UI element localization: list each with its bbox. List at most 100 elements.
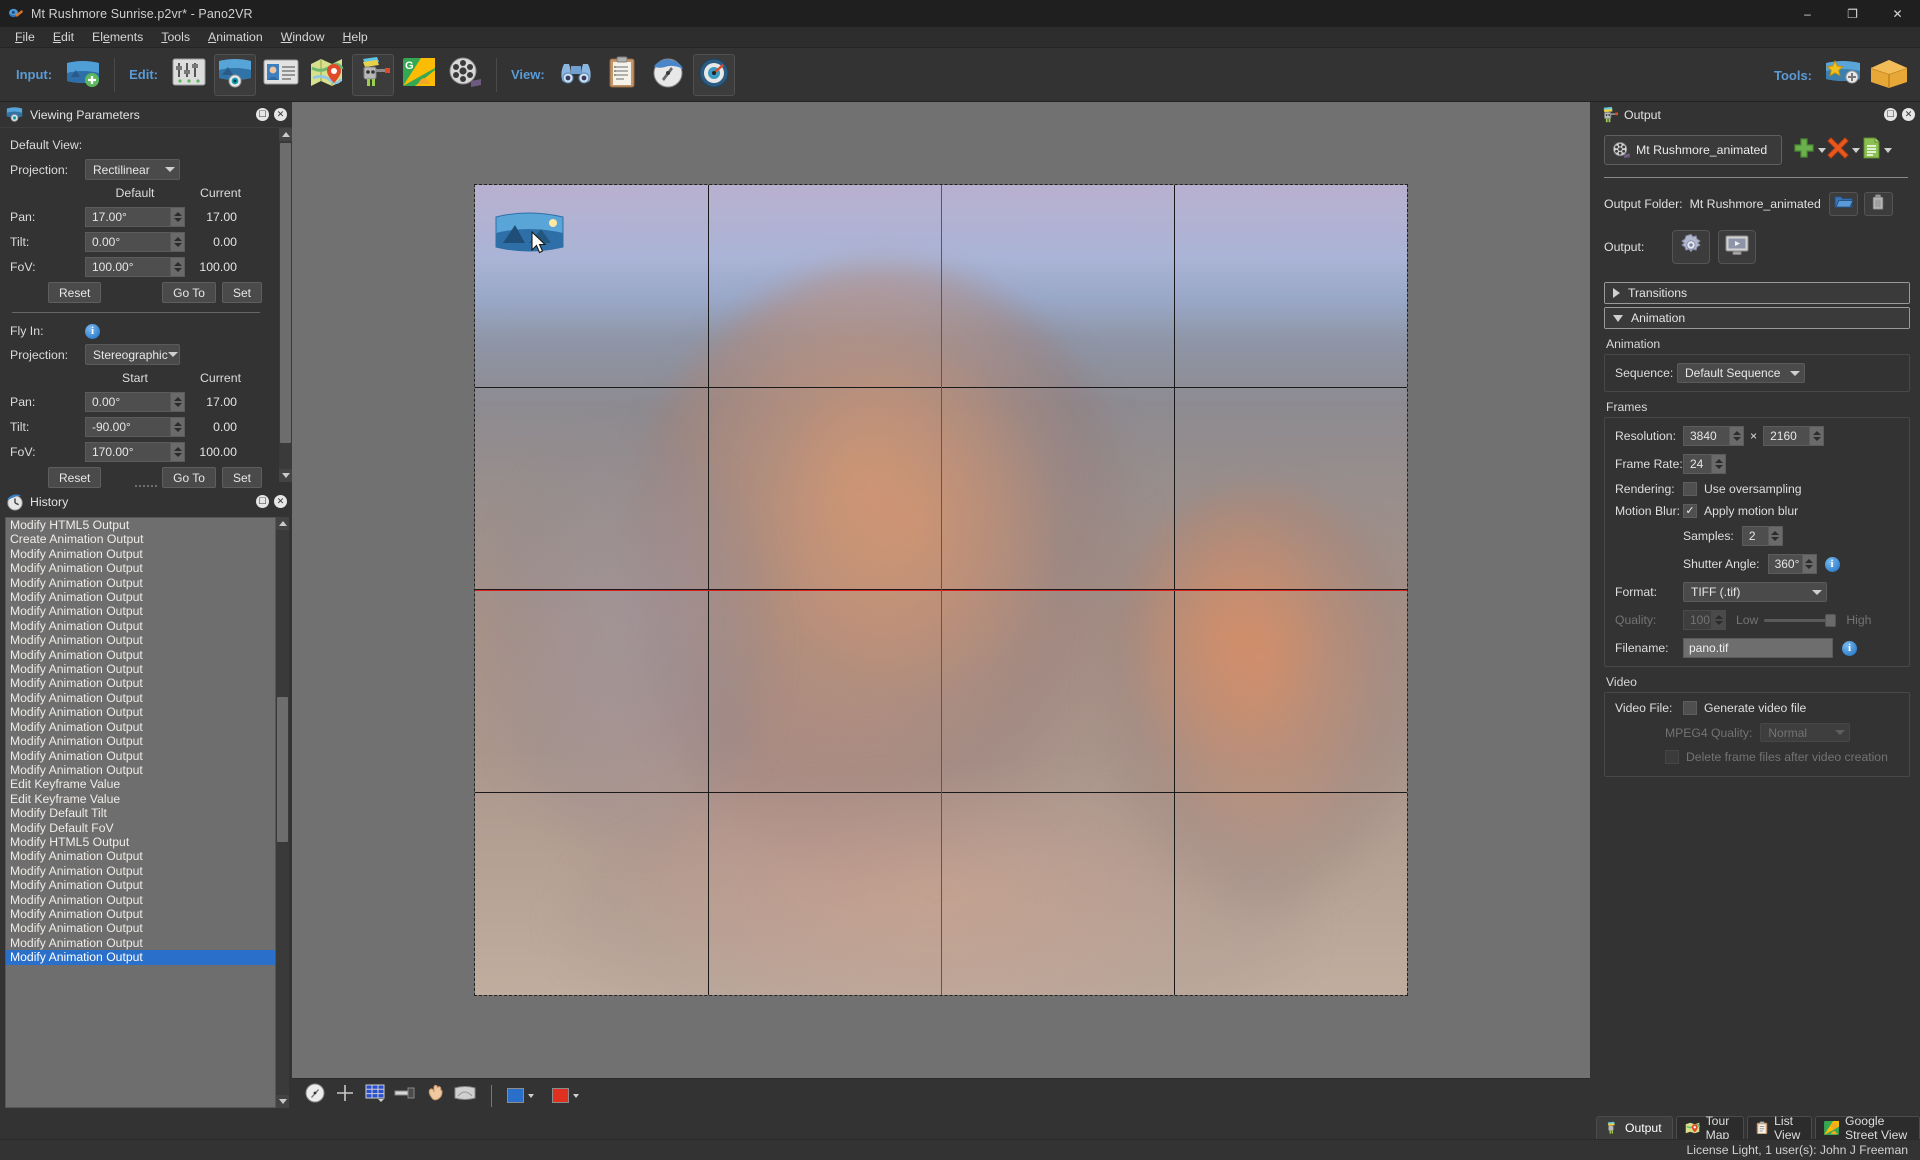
view-skin-editor-button[interactable] bbox=[647, 54, 689, 96]
default-tilt-spin-buttons[interactable] bbox=[170, 231, 185, 252]
history-item[interactable]: Edit Keyframe Value bbox=[6, 777, 275, 791]
flyin-goto-button[interactable]: Go To bbox=[162, 467, 216, 488]
sequence-select[interactable]: Default Sequence bbox=[1677, 363, 1806, 383]
samples-input[interactable]: 2 bbox=[1741, 526, 1768, 546]
grid-color-swatch[interactable] bbox=[507, 1088, 524, 1103]
info-icon[interactable]: i bbox=[1842, 640, 1857, 656]
view-preview-button[interactable] bbox=[555, 54, 597, 96]
history-item[interactable]: Modify Animation Output bbox=[6, 691, 275, 705]
edit-output-button[interactable] bbox=[351, 53, 394, 96]
history-item[interactable]: Modify Animation Output bbox=[6, 849, 275, 863]
output-preview-button[interactable] bbox=[1718, 230, 1756, 264]
transitions-accordion-header[interactable]: Transitions bbox=[1605, 283, 1909, 303]
menu-elements[interactable]: Elements bbox=[83, 28, 152, 47]
transitions-accordion[interactable]: Transitions bbox=[1604, 282, 1910, 304]
history-item[interactable]: Create Animation Output bbox=[6, 532, 275, 546]
default-fov-spin-buttons[interactable] bbox=[170, 256, 185, 277]
float-panel-icon[interactable]: ☐ bbox=[1884, 108, 1897, 121]
default-reset-button[interactable]: Reset bbox=[48, 282, 102, 303]
compass-tool-button[interactable] bbox=[302, 1083, 328, 1109]
default-tilt-input[interactable]: 0.00° bbox=[85, 231, 170, 252]
scroll-up-icon[interactable] bbox=[279, 128, 292, 141]
default-projection-select[interactable]: Rectilinear bbox=[85, 159, 180, 180]
default-tilt-stepper[interactable]: 0.00° bbox=[85, 231, 185, 252]
default-set-button[interactable]: Set bbox=[221, 282, 262, 303]
close-panel-icon[interactable]: ✕ bbox=[1902, 108, 1915, 121]
menu-window[interactable]: Window bbox=[272, 28, 334, 47]
info-icon[interactable]: i bbox=[1824, 556, 1840, 572]
history-item[interactable]: Modify Animation Output bbox=[6, 633, 275, 647]
add-output-button[interactable] bbox=[1792, 135, 1826, 165]
tab-list-view[interactable]: List View bbox=[1747, 1114, 1813, 1142]
level-tool-button[interactable] bbox=[392, 1083, 418, 1109]
history-list[interactable]: Modify HTML5 Output Create Animation Outp… bbox=[5, 517, 276, 1108]
framerate-spin-buttons[interactable] bbox=[1711, 454, 1726, 474]
history-item[interactable]: Modify Animation Output bbox=[6, 864, 275, 878]
minimize-button[interactable]: – bbox=[1785, 0, 1830, 27]
history-item[interactable]: Modify Animation Output bbox=[6, 734, 275, 748]
history-item[interactable]: Modify Animation Output bbox=[6, 547, 275, 561]
scrollbar-thumb[interactable] bbox=[277, 697, 288, 842]
output-settings-button[interactable] bbox=[1672, 230, 1710, 264]
history-item[interactable]: Modify Animation Output bbox=[6, 878, 275, 892]
history-item[interactable]: Modify Animation Output bbox=[6, 936, 275, 950]
menu-file[interactable]: File bbox=[6, 28, 44, 47]
history-item[interactable]: Modify Animation Output bbox=[6, 720, 275, 734]
flyin-projection-select[interactable]: Stereographic bbox=[85, 344, 180, 365]
menu-tools[interactable]: Tools bbox=[152, 28, 199, 47]
edit-tour-map-button[interactable] bbox=[306, 54, 348, 96]
resolution-width-stepper[interactable]: 3840 bbox=[1683, 426, 1744, 446]
framerate-stepper[interactable]: 24 bbox=[1683, 454, 1726, 474]
framerate-input[interactable]: 24 bbox=[1683, 454, 1711, 474]
add-input-image-button[interactable] bbox=[62, 54, 104, 96]
delete-folder-button[interactable] bbox=[1863, 192, 1893, 216]
resolution-width-input[interactable]: 3840 bbox=[1683, 426, 1729, 446]
edit-viewing-parameters-button[interactable] bbox=[213, 53, 256, 96]
resolution-height-spin-buttons[interactable] bbox=[1809, 426, 1825, 446]
close-panel-icon[interactable]: ✕ bbox=[274, 495, 287, 508]
samples-stepper[interactable]: 2 bbox=[1741, 526, 1783, 546]
grid-tool-button[interactable] bbox=[362, 1083, 388, 1109]
scroll-up-icon[interactable] bbox=[276, 517, 289, 530]
float-panel-icon[interactable]: ☐ bbox=[256, 108, 269, 121]
history-scrollbar[interactable] bbox=[276, 517, 289, 1108]
default-fov-input[interactable]: 100.00° bbox=[85, 256, 170, 277]
open-folder-button[interactable] bbox=[1828, 192, 1858, 216]
default-fov-stepper[interactable]: 100.00° bbox=[85, 256, 185, 277]
history-item[interactable]: Modify Animation Output bbox=[6, 950, 275, 965]
tab-tour-map[interactable]: Tour Map bbox=[1675, 1114, 1745, 1142]
viewing-parameters-scrollbar[interactable] bbox=[279, 128, 292, 482]
resolution-height-stepper[interactable]: 2160 bbox=[1763, 426, 1825, 446]
scrollbar-thumb[interactable] bbox=[280, 143, 291, 443]
flyin-fov-stepper[interactable]: 170.00° bbox=[85, 441, 185, 462]
history-item[interactable]: Modify Animation Output bbox=[6, 561, 275, 575]
menu-animation[interactable]: Animation bbox=[199, 28, 272, 47]
scroll-down-icon[interactable] bbox=[276, 1095, 289, 1108]
patch-tool-button[interactable] bbox=[452, 1083, 478, 1109]
tab-google-street-view[interactable]: Google Street View bbox=[1815, 1114, 1920, 1142]
history-item[interactable]: Modify Animation Output bbox=[6, 763, 275, 777]
history-item[interactable]: Modify Animation Output bbox=[6, 676, 275, 690]
flyin-pan-input[interactable]: 0.00° bbox=[85, 391, 170, 412]
history-item[interactable]: Modify Animation Output bbox=[6, 705, 275, 719]
flyin-set-button[interactable]: Set bbox=[221, 467, 262, 488]
view-panorama-inspector-button[interactable] bbox=[692, 53, 735, 96]
history-item[interactable]: Modify Animation Output bbox=[6, 604, 275, 618]
flyin-tilt-spin-buttons[interactable] bbox=[170, 416, 185, 437]
flyin-tilt-stepper[interactable]: -90.00° bbox=[85, 416, 185, 437]
maximize-button[interactable]: ❐ bbox=[1830, 0, 1875, 27]
history-item[interactable]: Modify Animation Output bbox=[6, 893, 275, 907]
animation-editor-button[interactable] bbox=[444, 54, 486, 96]
default-pan-spin-buttons[interactable] bbox=[170, 206, 185, 227]
tools-skin-button[interactable] bbox=[1822, 54, 1864, 96]
history-item[interactable]: Modify Animation Output bbox=[6, 590, 275, 604]
close-button[interactable]: ✕ bbox=[1875, 0, 1920, 27]
float-panel-icon[interactable]: ☐ bbox=[256, 495, 269, 508]
panorama-image[interactable] bbox=[474, 184, 1408, 996]
resolution-width-spin-buttons[interactable] bbox=[1729, 426, 1744, 446]
animation-accordion-header[interactable]: Animation bbox=[1605, 308, 1909, 328]
edit-settings-button[interactable] bbox=[168, 54, 210, 96]
flyin-pan-stepper[interactable]: 0.00° bbox=[85, 391, 185, 412]
crosshair-tool-button[interactable] bbox=[332, 1083, 358, 1109]
panorama-viewer[interactable] bbox=[292, 102, 1590, 1078]
